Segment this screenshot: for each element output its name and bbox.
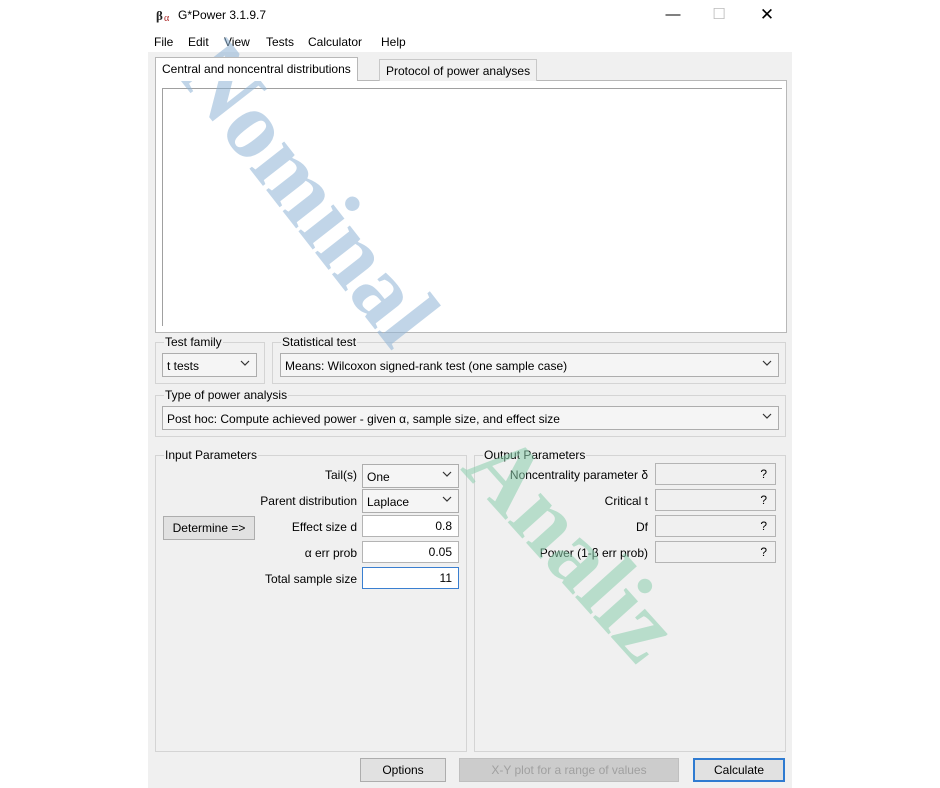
- determine-button[interactable]: Determine =>: [163, 516, 255, 540]
- menu-help[interactable]: Help: [381, 35, 406, 49]
- parent-distribution-select[interactable]: Laplace: [362, 489, 459, 513]
- statistical-test-select[interactable]: Means: Wilcoxon signed-rank test (one sa…: [280, 353, 779, 377]
- df-value: ?: [655, 515, 776, 537]
- parent-distribution-value: Laplace: [367, 495, 410, 509]
- noncentrality-value: ?: [655, 463, 776, 485]
- options-button[interactable]: Options: [360, 758, 446, 782]
- maximize-icon: ☐: [712, 6, 726, 23]
- power-analysis-value: Post hoc: Compute achieved power - given…: [167, 412, 560, 426]
- power-value: ?: [655, 541, 776, 563]
- menu-tests[interactable]: Tests: [266, 35, 294, 49]
- power-analysis-label: Type of power analysis: [164, 388, 289, 402]
- effect-size-label: Effect size d: [291, 520, 357, 534]
- xy-plot-button[interactable]: X-Y plot for a range of values: [459, 758, 679, 782]
- menu-edit[interactable]: Edit: [188, 35, 209, 49]
- alpha-err-prob-input[interactable]: 0.05: [362, 541, 459, 563]
- critical-t-label: Critical t: [604, 494, 648, 508]
- calculate-button[interactable]: Calculate: [693, 758, 785, 782]
- svg-text:α: α: [164, 13, 170, 23]
- distribution-plot-area: [162, 88, 782, 326]
- menu-view[interactable]: View: [224, 35, 250, 49]
- window-title: G*Power 3.1.9.7: [178, 8, 267, 22]
- menu-calculator[interactable]: Calculator: [308, 35, 362, 49]
- close-button[interactable]: ✕: [744, 0, 790, 30]
- critical-t-value: ?: [655, 489, 776, 511]
- chevron-down-icon: [762, 413, 772, 419]
- maximize-button[interactable]: ☐: [696, 0, 742, 30]
- power-analysis-select[interactable]: Post hoc: Compute achieved power - given…: [162, 406, 779, 430]
- title-bar: β α G*Power 3.1.9.7 — ☐ ✕: [148, 0, 792, 30]
- minimize-button[interactable]: —: [650, 0, 696, 30]
- total-sample-size-label: Total sample size: [264, 572, 357, 586]
- tails-select[interactable]: One: [362, 464, 459, 488]
- input-parameters-title: Input Parameters: [164, 448, 259, 462]
- statistical-test-value: Means: Wilcoxon signed-rank test (one sa…: [285, 359, 568, 373]
- menu-file[interactable]: File: [154, 35, 173, 49]
- parent-distribution-label: Parent distribution: [260, 494, 357, 508]
- menu-bar: File Edit View Tests Calculator Help: [148, 32, 792, 52]
- tails-label: Tail(s): [325, 468, 357, 482]
- total-sample-size-input[interactable]: 11: [362, 567, 459, 589]
- tab-central-distributions[interactable]: Central and noncentral distributions: [155, 57, 358, 81]
- tab-protocol[interactable]: Protocol of power analyses: [379, 59, 538, 81]
- alpha-err-prob-label: α err prob: [304, 546, 357, 560]
- tails-value: One: [367, 470, 390, 484]
- df-label: Df: [636, 520, 648, 534]
- close-icon: ✕: [759, 5, 775, 24]
- chevron-down-icon: [442, 471, 452, 477]
- test-family-select[interactable]: t tests: [162, 353, 257, 377]
- power-label: Power (1-β err prob): [539, 546, 648, 560]
- app-icon: β α: [156, 8, 170, 23]
- test-family-label: Test family: [164, 335, 223, 349]
- minimize-icon: —: [665, 6, 681, 23]
- chevron-down-icon: [240, 360, 250, 366]
- chevron-down-icon: [762, 360, 772, 366]
- test-family-value: t tests: [167, 359, 200, 373]
- statistical-test-label: Statistical test: [281, 335, 358, 349]
- noncentrality-label: Noncentrality parameter δ: [509, 468, 648, 482]
- output-parameters-title: Output Parameters: [483, 448, 587, 462]
- chevron-down-icon: [442, 496, 452, 502]
- effect-size-input[interactable]: 0.8: [362, 515, 459, 537]
- svg-text:β: β: [156, 8, 163, 23]
